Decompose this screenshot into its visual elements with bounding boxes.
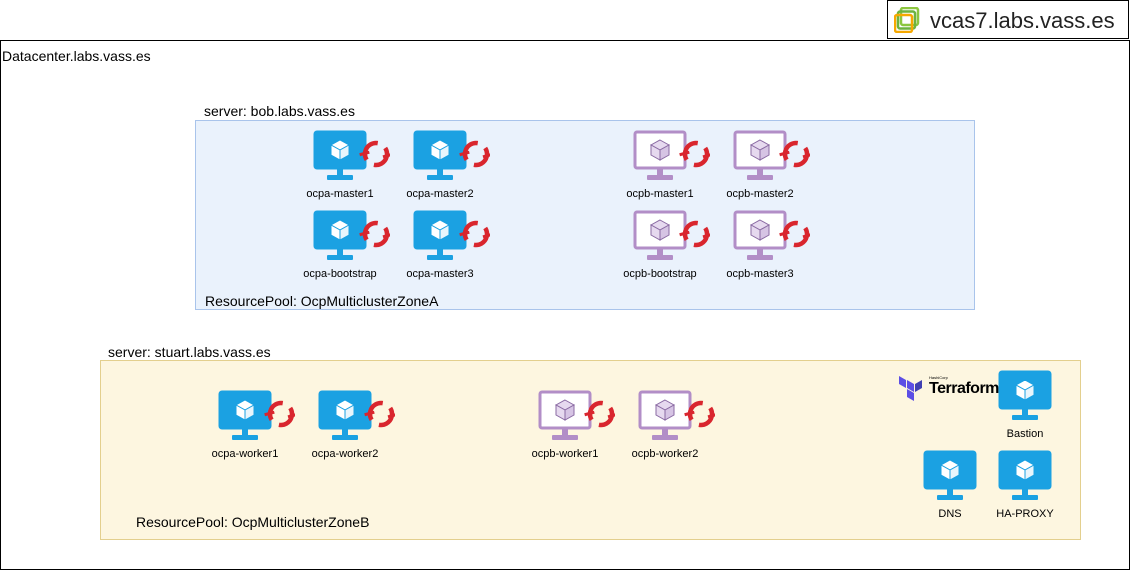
vm-node[interactable]: ocpa-master1	[290, 130, 390, 200]
vm-ocpa-icon	[318, 390, 395, 440]
vm-label: ocpa-bootstrap	[303, 268, 377, 280]
vm-label: ocpa-master2	[406, 188, 474, 200]
vm-ocpb-icon	[538, 390, 615, 440]
vcenter-label: vcas7.labs.vass.es	[930, 8, 1115, 33]
vm-label: HA-PROXY	[996, 508, 1054, 520]
vm-ocpb-icon	[638, 390, 715, 440]
vm-node[interactable]: ocpa-bootstrap	[290, 210, 390, 280]
vm-label: Bastion	[1006, 428, 1044, 440]
vm-node[interactable]: ocpb-worker1	[515, 390, 615, 460]
vm-node[interactable]: ocpb-master1	[610, 130, 710, 200]
vsphere-icon	[893, 6, 920, 38]
vm-ocpa-icon	[413, 210, 490, 260]
server-bob-label: server: bob.labs.vass.es	[204, 103, 355, 119]
vm-ocpa-icon	[313, 130, 390, 180]
vm-ocpb-icon	[733, 210, 810, 260]
vm-node[interactable]: ocpa-worker2	[295, 390, 395, 460]
vm-infra-icon	[998, 370, 1052, 420]
vm-label: ocpb-worker1	[531, 448, 599, 460]
vm-ocpa-icon	[218, 390, 295, 440]
vm-node[interactable]: ocpb-bootstrap	[610, 210, 710, 280]
vcenter-box: vcas7.labs.vass.es	[887, 0, 1129, 39]
terraform-icon	[899, 376, 923, 407]
resource-pool-zone-b-label: ResourcePool: OcpMulticlusterZoneB	[136, 514, 370, 530]
vm-node[interactable]: ocpa-master2	[390, 130, 490, 200]
vm-label: ocpa-worker1	[211, 448, 279, 460]
vm-node[interactable]: HA-PROXY	[975, 450, 1075, 520]
vm-node[interactable]: ocpb-worker2	[615, 390, 715, 460]
vm-ocpb-icon	[633, 130, 710, 180]
vm-infra-icon	[998, 450, 1052, 500]
server-stuart-label: server: stuart.labs.vass.es	[108, 344, 271, 360]
vm-ocpb-icon	[733, 130, 810, 180]
vm-label: ocpa-master3	[406, 268, 474, 280]
vm-label: ocpa-master1	[306, 188, 374, 200]
vm-label: ocpb-master3	[726, 268, 794, 280]
vm-ocpa-icon	[313, 210, 390, 260]
vm-node[interactable]: ocpb-master2	[710, 130, 810, 200]
vm-node[interactable]: ocpa-worker1	[195, 390, 295, 460]
vm-label: ocpb-master2	[726, 188, 794, 200]
terraform-label: Terraform	[929, 380, 999, 397]
vm-node[interactable]: ocpa-master3	[390, 210, 490, 280]
datacenter-label: Datacenter.labs.vass.es	[2, 48, 151, 64]
vm-label: ocpb-worker2	[631, 448, 699, 460]
vm-node[interactable]: ocpb-master3	[710, 210, 810, 280]
vm-ocpa-icon	[413, 130, 490, 180]
vm-ocpb-icon	[633, 210, 710, 260]
resource-pool-zone-a-label: ResourcePool: OcpMulticlusterZoneA	[205, 293, 439, 309]
vm-label: ocpb-bootstrap	[623, 268, 697, 280]
vm-label: ocpb-master1	[626, 188, 694, 200]
vm-label: ocpa-worker2	[311, 448, 379, 460]
